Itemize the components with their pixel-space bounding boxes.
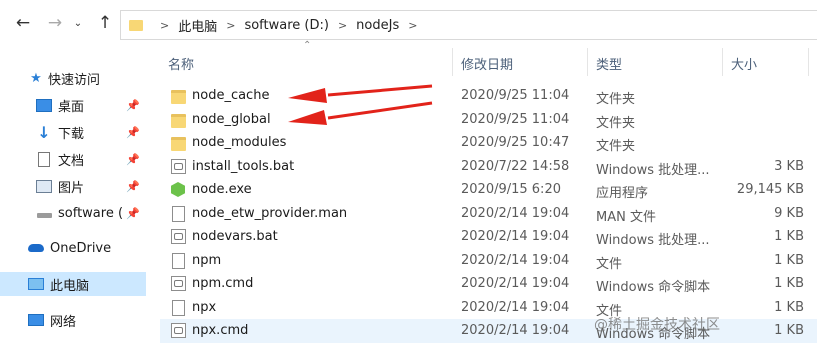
chevron-right-icon[interactable]: > xyxy=(338,19,347,32)
nav-item-pictures[interactable]: 图片 📌 xyxy=(36,174,146,198)
desktop-icon xyxy=(36,97,52,113)
chevron-right-icon[interactable]: > xyxy=(160,19,169,32)
download-icon: ↓ xyxy=(37,122,51,142)
breadcrumb-this-pc[interactable]: 此电脑 xyxy=(178,16,217,35)
pin-icon[interactable]: 📌 xyxy=(126,99,140,112)
path-bar[interactable]: > 此电脑 > software (D:) > nodeJs > xyxy=(120,10,817,40)
pin-icon[interactable]: 📌 xyxy=(126,180,140,193)
up-arrow-icon[interactable]: ↑ xyxy=(94,11,116,35)
nav-label: software ( xyxy=(58,205,124,221)
nav-item-software-drive[interactable]: software ( 📌 xyxy=(36,201,146,225)
watermark: @稀土掘金技术社区 xyxy=(594,317,720,333)
red-arrow-icon xyxy=(288,84,433,103)
red-arrow-icon xyxy=(288,101,433,125)
pin-icon[interactable]: 📌 xyxy=(126,126,140,139)
breadcrumb-drive[interactable]: software (D:) xyxy=(244,18,329,33)
drive-icon xyxy=(36,205,52,221)
pin-icon[interactable]: 📌 xyxy=(126,153,140,166)
nav-label: 网络 xyxy=(50,314,77,330)
nav-quick-access[interactable]: ★ 快速访问 xyxy=(28,66,146,90)
annotation-arrows xyxy=(288,84,433,125)
nav-label: OneDrive xyxy=(50,240,112,256)
nav-item-desktop[interactable]: 桌面 📌 xyxy=(36,93,146,117)
nav-label: 此电脑 xyxy=(50,278,90,294)
network-icon xyxy=(28,312,44,328)
nav-label: 下载 xyxy=(58,126,85,142)
pictures-icon xyxy=(36,178,52,194)
chevron-right-icon[interactable]: > xyxy=(408,19,417,32)
breadcrumb-nodejs[interactable]: nodeJs xyxy=(356,18,399,33)
breadcrumb: > 此电脑 > software (D:) > nodeJs > xyxy=(151,16,426,35)
nav-label: 文档 xyxy=(58,153,85,169)
chevron-right-icon[interactable]: > xyxy=(226,19,235,32)
pin-icon[interactable]: 📌 xyxy=(126,207,140,220)
cloud-icon xyxy=(28,240,44,256)
folder-icon xyxy=(129,19,143,31)
back-arrow-icon[interactable]: ← xyxy=(12,11,34,35)
navigation-pane: ★ 快速访问 桌面 📌 ↓ 下载 📌 文档 📌 图片 📌 software ( … xyxy=(0,46,148,349)
nav-onedrive[interactable]: OneDrive xyxy=(28,236,146,260)
nav-this-pc[interactable]: 此电脑 xyxy=(0,272,146,296)
forward-arrow-icon[interactable]: → xyxy=(44,11,66,35)
documents-icon xyxy=(36,151,52,167)
nav-item-documents[interactable]: 文档 📌 xyxy=(36,147,146,171)
nav-item-downloads[interactable]: ↓ 下载 📌 xyxy=(36,120,146,144)
nav-label: 桌面 xyxy=(58,99,85,115)
nav-network[interactable]: 网络 xyxy=(28,308,146,332)
address-bar-area: ← → ⌄ ↑ > 此电脑 > software (D:) > nodeJs > xyxy=(0,0,817,46)
star-icon: ★ xyxy=(30,70,42,86)
computer-icon xyxy=(28,276,44,292)
nav-label: 图片 xyxy=(58,180,85,196)
recent-locations-chevron-icon[interactable]: ⌄ xyxy=(71,11,85,35)
file-list: ⌃ 名称 修改日期 类型 大小 node_cache 2020/9/25 11:0… xyxy=(160,40,817,349)
nav-label: 快速访问 xyxy=(48,72,101,88)
